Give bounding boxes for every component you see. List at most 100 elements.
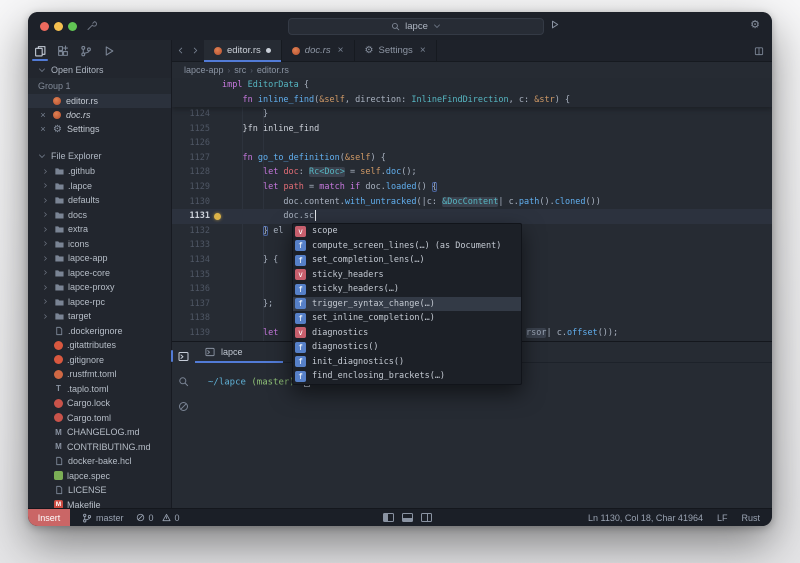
open-editor-item-doc.rs[interactable]: ×doc.rs xyxy=(28,108,171,122)
split-editor-button[interactable] xyxy=(754,46,764,56)
taplo-file-icon: T xyxy=(54,384,63,393)
completion-item[interactable]: ffind_enclosing_brackets(…) xyxy=(293,369,521,384)
tree-folder-.lapce[interactable]: .lapce xyxy=(28,179,171,194)
workspace-search[interactable]: lapce xyxy=(288,18,544,35)
code-line[interactable]: 1126 xyxy=(172,136,772,151)
open-editors-header[interactable]: Open Editors xyxy=(28,62,171,78)
tree-file-docker-bake.hcl[interactable]: docker-bake.hcl xyxy=(28,454,171,469)
completion-item[interactable]: fset_inline_completion(…) xyxy=(293,311,521,326)
settings-gear-icon[interactable]: ⚙ xyxy=(750,18,760,33)
lightbulb-icon[interactable] xyxy=(214,213,221,220)
branch-indicator[interactable]: master xyxy=(82,513,124,523)
tree-folder-lapce-core[interactable]: lapce-core xyxy=(28,266,171,281)
tab-doc.rs[interactable]: doc.rs× xyxy=(282,40,355,61)
completion-item[interactable]: ftrigger_syntax_change(…) xyxy=(293,297,521,312)
code-line[interactable]: 1129 let path = match if doc.loaded() { xyxy=(172,180,772,195)
open-editor-item-Settings[interactable]: ×⚙Settings xyxy=(28,122,171,136)
code-line[interactable]: 1127 fn go_to_definition(&self) { xyxy=(172,151,772,166)
code-line[interactable]: 1128 let doc: Rc<Doc> = self.doc(); xyxy=(172,165,772,180)
tree-file-LICENSE[interactable]: LICENSE xyxy=(28,483,171,498)
activity-item-plugins[interactable] xyxy=(55,41,71,61)
breadcrumb-item[interactable]: lapce-app xyxy=(184,65,224,75)
tree-file-lapce.spec[interactable]: lapce.spec xyxy=(28,469,171,484)
run-button[interactable] xyxy=(549,19,560,30)
code-line[interactable]: 1131 doc.sc xyxy=(172,209,772,224)
completion-item[interactable]: vscope xyxy=(293,224,521,239)
tree-file-Cargo.toml[interactable]: Cargo.toml xyxy=(28,411,171,426)
problems-panel-button[interactable] xyxy=(176,399,192,413)
code-line[interactable]: 1125 }fn inline_find xyxy=(172,122,772,137)
tree-folder-.github[interactable]: .github xyxy=(28,164,171,179)
tree-folder-docs[interactable]: docs xyxy=(28,208,171,223)
chevron-right-icon: › xyxy=(228,66,231,75)
completion-item[interactable]: finit_diagnostics() xyxy=(293,355,521,370)
code-line[interactable]: 1130 doc.content.with_untracked(|c: &Doc… xyxy=(172,195,772,210)
completion-item[interactable]: fset_completion_lens(…) xyxy=(293,253,521,268)
code-line[interactable]: 1124 } xyxy=(172,107,772,122)
line-ending[interactable]: LF xyxy=(717,513,728,523)
open-editor-label: Settings xyxy=(67,124,100,134)
tree-folder-defaults[interactable]: defaults xyxy=(28,193,171,208)
folder-icon xyxy=(54,181,64,191)
completion-item[interactable]: vsticky_headers xyxy=(293,268,521,283)
activity-item-debug[interactable] xyxy=(101,41,117,61)
nav-forward-button[interactable] xyxy=(191,46,200,55)
completion-item[interactable]: vdiagnostics xyxy=(293,326,521,341)
file-icon xyxy=(54,326,64,336)
traffic-light-close[interactable] xyxy=(40,22,49,31)
tab-editor.rs[interactable]: editor.rs xyxy=(204,40,282,61)
line-number: 1136 xyxy=(172,282,210,297)
tree-file-CHANGELOG.md[interactable]: MCHANGELOG.md xyxy=(28,425,171,440)
tree-folder-extra[interactable]: extra xyxy=(28,222,171,237)
tree-file-.dockerignore[interactable]: .dockerignore xyxy=(28,324,171,339)
main-area: Open Editors Group 1 editor.rs×doc.rs×⚙S… xyxy=(28,40,772,508)
activity-item-explorer[interactable] xyxy=(32,41,48,61)
file-explorer-header[interactable]: File Explorer xyxy=(28,148,171,164)
problems-icon xyxy=(178,401,189,412)
tree-folder-lapce-proxy[interactable]: lapce-proxy xyxy=(28,280,171,295)
tree-file-.gitattributes[interactable]: .gitattributes xyxy=(28,338,171,353)
tree-file-.taplo.toml[interactable]: T.taplo.toml xyxy=(28,382,171,397)
cursor-position[interactable]: Ln 1130, Col 18, Char 41964 xyxy=(588,513,703,523)
traffic-light-minimize[interactable] xyxy=(54,22,63,31)
code-text: let doc: Rc<Doc> = self.doc(); xyxy=(222,165,417,180)
open-editor-item-editor.rs[interactable]: editor.rs xyxy=(28,94,171,108)
tab-Settings[interactable]: ⚙Settings× xyxy=(355,40,437,61)
chevron-right-icon xyxy=(42,284,50,291)
tree-folder-lapce-rpc[interactable]: lapce-rpc xyxy=(28,295,171,310)
tree-file-CONTRIBUTING.md[interactable]: MCONTRIBUTING.md xyxy=(28,440,171,455)
traffic-light-zoom[interactable] xyxy=(68,22,77,31)
file-name: CHANGELOG.md xyxy=(67,427,140,437)
completion-kind-function-icon: f xyxy=(295,313,306,324)
terminal-tab[interactable]: lapce xyxy=(195,342,283,362)
breadcrumb-item[interactable]: src xyxy=(234,65,246,75)
terminal-panel-button[interactable] xyxy=(176,349,192,363)
completion-item[interactable]: fdiagnostics() xyxy=(293,340,521,355)
tree-file-Makefile[interactable]: MMakefile xyxy=(28,498,171,509)
activity-item-source-control[interactable] xyxy=(78,41,94,61)
modified-dot-icon xyxy=(38,96,48,106)
nav-back-button[interactable] xyxy=(176,46,185,55)
tree-file-.rustfmt.toml[interactable]: .rustfmt.toml xyxy=(28,367,171,382)
close-icon[interactable]: × xyxy=(338,45,344,56)
completion-item[interactable]: fcompute_screen_lines(…) (as Document) xyxy=(293,239,521,254)
toggle-bottom-panel-button[interactable] xyxy=(402,513,413,522)
close-icon[interactable]: × xyxy=(38,110,48,120)
tree-folder-lapce-app[interactable]: lapce-app xyxy=(28,251,171,266)
completion-kind-function-icon: f xyxy=(295,298,306,309)
tree-folder-icons[interactable]: icons xyxy=(28,237,171,252)
completion-kind-function-icon: f xyxy=(295,240,306,251)
language-indicator[interactable]: Rust xyxy=(741,513,760,523)
completion-kind-variable-icon: v xyxy=(295,327,306,338)
tree-folder-target[interactable]: target xyxy=(28,309,171,324)
toggle-left-panel-button[interactable] xyxy=(383,513,394,522)
close-icon[interactable]: × xyxy=(420,45,426,56)
search-panel-button[interactable] xyxy=(176,374,192,388)
toggle-right-panel-button[interactable] xyxy=(421,513,432,522)
close-icon[interactable]: × xyxy=(38,124,48,134)
breadcrumb-item[interactable]: editor.rs xyxy=(257,65,289,75)
diagnostics-indicator[interactable]: 0 0 xyxy=(136,513,180,523)
tree-file-Cargo.lock[interactable]: Cargo.lock xyxy=(28,396,171,411)
tree-file-.gitignore[interactable]: .gitignore xyxy=(28,353,171,368)
completion-item[interactable]: fsticky_headers(…) xyxy=(293,282,521,297)
